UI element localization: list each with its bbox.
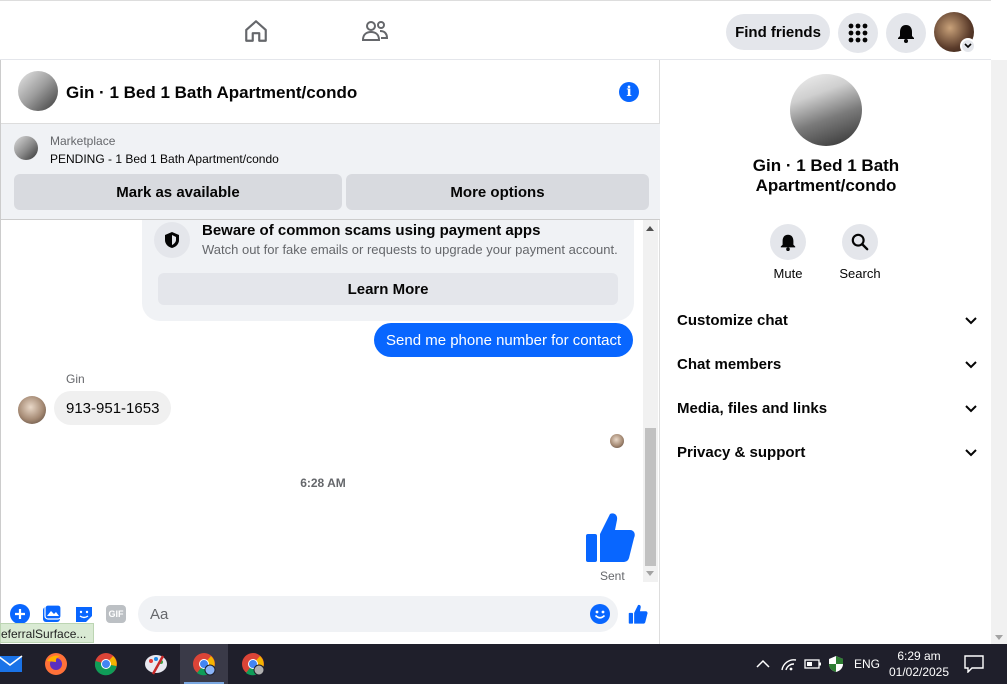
like-button-icon[interactable] — [628, 604, 648, 624]
mark-available-button[interactable]: Mark as available — [14, 174, 342, 210]
chat-header: Gin · 1 Bed 1 Bath Apartment/condo i — [1, 60, 660, 124]
conversation-info-avatar[interactable] — [790, 74, 862, 146]
message-list: Beware of common scams using payment app… — [1, 220, 660, 582]
sender-avatar[interactable] — [18, 396, 46, 424]
scam-warning-title: Beware of common scams using payment app… — [202, 222, 541, 239]
clock-time: 6:29 am — [897, 649, 941, 663]
info-icon[interactable]: i — [619, 82, 639, 102]
section-label: Media, files and links — [677, 399, 828, 417]
conversation-avatar[interactable] — [18, 71, 58, 111]
friends-icon[interactable] — [359, 15, 391, 47]
scam-warning-body: Watch out for fake emails or requests to… — [202, 242, 618, 257]
scroll-down-arrow-icon[interactable] — [995, 635, 1003, 640]
photo-icon[interactable] — [42, 604, 62, 624]
message-scrollbar[interactable] — [643, 220, 658, 582]
chrome-icon[interactable] — [82, 644, 130, 684]
mute-label: Mute — [773, 266, 803, 281]
conversation-info-panel: Gin · 1 Bed 1 Bath Apartment/condo Mute … — [661, 60, 991, 644]
bell-icon — [770, 224, 806, 260]
mute-button[interactable]: Mute — [758, 224, 818, 281]
emoji-icon[interactable] — [590, 604, 610, 624]
more-options-button[interactable]: More options — [346, 174, 649, 210]
message-input[interactable]: Aa — [138, 596, 618, 632]
message-composer: GIF Aa — [1, 592, 660, 640]
menu-grid-icon[interactable] — [838, 13, 878, 53]
thumbs-up-icon[interactable] — [584, 510, 636, 564]
section-privacy-support[interactable]: Privacy & support — [677, 440, 977, 464]
sender-name: Gin — [66, 372, 85, 386]
sticker-icon[interactable] — [74, 604, 94, 624]
plus-icon[interactable] — [10, 604, 30, 624]
seen-indicator-avatar — [610, 434, 624, 448]
wifi-icon[interactable] — [780, 644, 798, 684]
top-navigation: Find friends — [0, 0, 991, 60]
chevron-down-icon — [965, 356, 977, 373]
section-label: Privacy & support — [677, 443, 806, 461]
language-indicator[interactable]: ENG — [854, 644, 880, 684]
firefox-icon[interactable] — [32, 644, 80, 684]
gif-icon[interactable]: GIF — [106, 604, 126, 624]
sent-status: Sent — [600, 569, 625, 582]
conversation-info-title: Gin · 1 Bed 1 Bath Apartment/condo — [752, 156, 900, 195]
listing-status: PENDING - 1 Bed 1 Bath Apartment/condo — [50, 152, 279, 166]
scrollbar-thumb[interactable] — [645, 428, 656, 566]
conversation-title[interactable]: Gin · 1 Bed 1 Bath Apartment/condo — [66, 83, 357, 103]
chevron-down-icon — [965, 312, 977, 329]
section-chat-members[interactable]: Chat members — [677, 352, 977, 376]
notifications-icon[interactable] — [964, 644, 984, 684]
home-icon[interactable] — [240, 15, 272, 47]
chevron-down-icon — [960, 38, 976, 54]
clock-date: 01/02/2025 — [888, 665, 950, 679]
chevron-down-icon — [965, 400, 977, 417]
chrome-profile-icon[interactable] — [180, 644, 228, 684]
battery-icon[interactable] — [804, 644, 822, 684]
section-customize-chat[interactable]: Customize chat — [677, 308, 977, 332]
message-input-placeholder: Aa — [150, 606, 169, 623]
page-scrollbar[interactable] — [991, 60, 1007, 644]
find-friends-button[interactable]: Find friends — [726, 14, 830, 50]
profile-avatar[interactable] — [934, 12, 976, 54]
paint-app-icon[interactable] — [132, 644, 180, 684]
section-media-files-links[interactable]: Media, files and links — [677, 396, 977, 420]
scam-warning-card: Beware of common scams using payment app… — [142, 220, 634, 321]
chat-panel: Gin · 1 Bed 1 Bath Apartment/condo i Mar… — [0, 60, 660, 644]
sent-message-bubble[interactable]: Send me phone number for contact — [374, 323, 634, 357]
section-label: Chat members — [677, 355, 782, 373]
status-bar-link: eferralSurface... — [0, 623, 94, 643]
search-label: Search — [839, 266, 881, 281]
learn-more-button[interactable]: Learn More — [158, 273, 618, 305]
search-button[interactable]: Search — [830, 224, 890, 281]
section-label: Customize chat — [677, 311, 788, 329]
bell-icon[interactable] — [886, 13, 926, 53]
chrome-profile-icon-2[interactable] — [229, 644, 277, 684]
marketplace-label: Marketplace — [50, 134, 116, 148]
gif-label: GIF — [106, 605, 126, 623]
search-icon — [842, 224, 878, 260]
tray-chevron-up-icon[interactable] — [756, 644, 770, 684]
scroll-up-arrow-icon[interactable] — [646, 226, 654, 231]
shield-icon — [154, 222, 190, 258]
scroll-down-arrow-icon[interactable] — [646, 571, 654, 576]
listing-thumbnail — [14, 136, 38, 160]
system-clock[interactable]: 6:29 am 01/02/2025 — [884, 648, 954, 680]
mail-icon[interactable] — [0, 644, 34, 684]
windows-taskbar: ENG 6:29 am 01/02/2025 — [0, 644, 1007, 684]
chevron-down-icon — [965, 444, 977, 461]
security-shield-icon[interactable] — [828, 644, 844, 684]
received-message-bubble[interactable]: 913-951-1653 — [54, 391, 172, 425]
message-timestamp: 6:28 AM — [300, 476, 346, 490]
marketplace-listing-bar: Marketplace PENDING - 1 Bed 1 Bath Apart… — [1, 124, 660, 220]
